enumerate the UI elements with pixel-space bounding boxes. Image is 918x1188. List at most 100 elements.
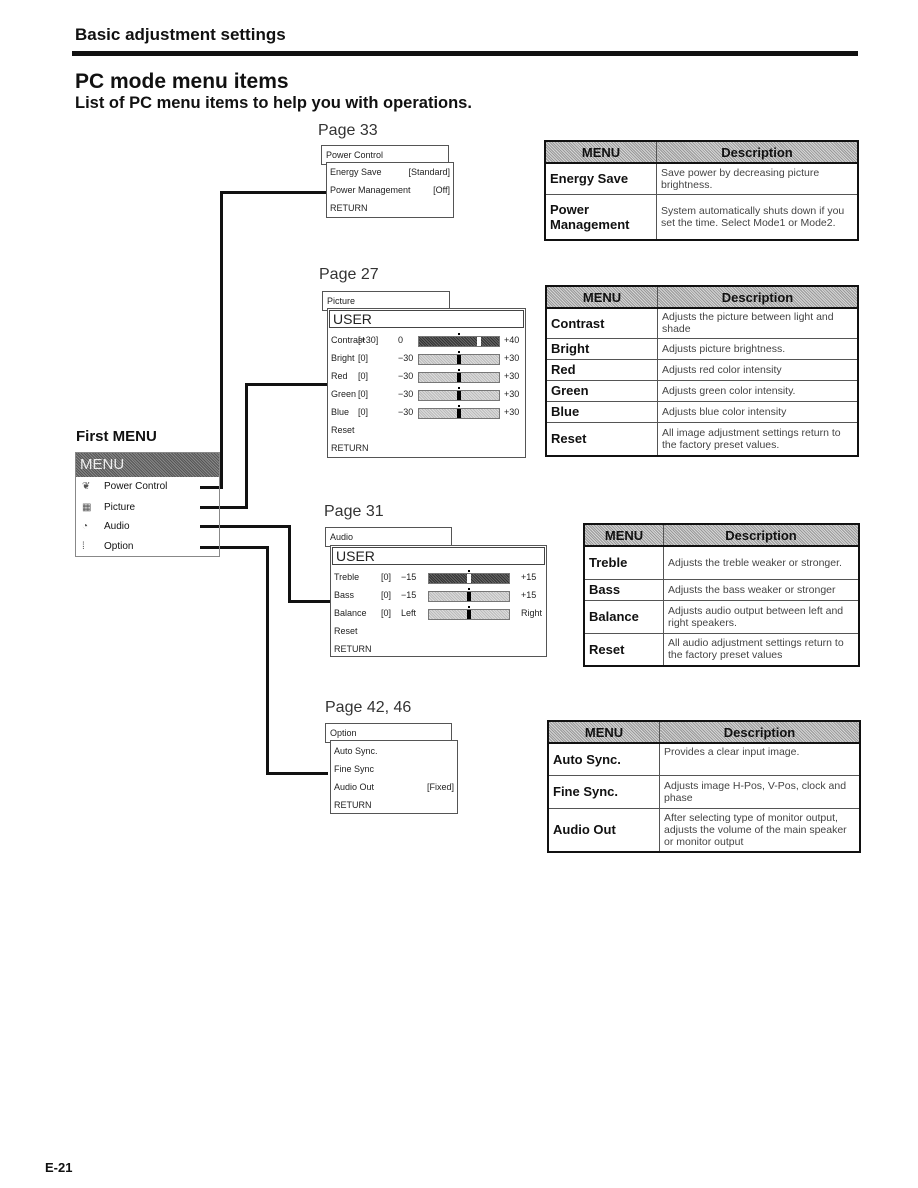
connector-line [220,191,223,489]
slider-bar[interactable] [418,351,500,365]
menu-item-power-control[interactable]: ❦ Power Control [76,481,219,497]
osd-picture: USER Contrast [+30] 0 +40 Bright [0] −30 +30 Red… [327,308,526,458]
osd-row-label[interactable]: RETURN [330,203,368,213]
slider-knob[interactable] [457,391,461,400]
slider-max: +30 [504,371,520,381]
page-ref-option: Page 42, 46 [325,699,412,716]
osd-mode: USER [332,547,545,565]
slider-value: [0] [358,389,369,399]
slider-max: +40 [504,335,520,345]
slider-center-tick [468,588,470,590]
slider-bar[interactable] [428,570,510,584]
picture-table: MENU Description Contrast Adjusts the pict… [545,285,859,457]
header-rule [72,51,858,56]
slider-min: −30 [398,389,414,399]
connector-line [245,383,248,509]
slider-knob[interactable] [457,373,461,382]
slider-min: −30 [398,371,414,381]
slider-knob[interactable] [467,610,471,619]
osd-row-label[interactable]: Auto Sync. [334,746,378,756]
osd-row-return[interactable]: RETURN [334,644,372,654]
osd-row-value: [Standard] [408,167,450,177]
audio-table: MENU Description Treble Adjusts the treble… [583,523,860,667]
option-icon: ⁞ [82,541,85,552]
slider-bar[interactable] [428,588,510,602]
slider-label[interactable]: Balance [334,608,367,618]
connector-line [245,383,328,386]
section-header: Basic adjustment settings [75,25,286,44]
slider-knob[interactable] [467,592,471,601]
slider-center-tick [458,351,460,353]
slider-label[interactable]: Red [331,371,348,381]
menu-item-audio[interactable]: ◔ Audio [76,521,219,537]
slider-min: Left [401,608,417,618]
slider-min: −15 [401,590,417,600]
osd-audio: USER Treble [0] −15 +15 Bass [0] −15 +15 Balance… [330,545,547,657]
slider-max: +15 [521,590,537,600]
first-menu: MENU ❦ Power Control ▦ Picture ◔ Audio ⁞… [75,452,220,557]
power-control-table: MENU Description Energy Save Save power by… [544,140,859,241]
slider-value: [0] [381,572,392,582]
picture-icon: ▦ [82,502,92,513]
slider-max: +30 [504,353,520,363]
slider-bar[interactable] [418,387,500,401]
power-control-icon: ❦ [82,481,91,492]
slider-max: +30 [504,407,520,417]
slider-value: [0] [358,353,369,363]
slider-knob[interactable] [457,355,461,364]
osd-row-label[interactable]: RETURN [334,800,372,810]
osd-mode: USER [329,310,524,328]
slider-label[interactable]: Bass [334,590,354,600]
slider-value: [0] [358,371,369,381]
connector-line [288,525,291,603]
osd-row-label[interactable]: Energy Save [330,167,382,177]
slider-bar[interactable] [418,369,500,383]
slider-center-tick [458,405,460,407]
page-number: E-21 [45,1160,73,1175]
menu-item-picture[interactable]: ▦ Picture [76,502,219,518]
slider-min: −30 [398,353,414,363]
page-ref-audio: Page 31 [324,503,384,520]
first-menu-label: First MENU [76,428,157,445]
osd-audio-title: Audio [325,527,452,547]
menu-item-option[interactable]: ⁞ Option [76,541,219,557]
slider-knob[interactable] [477,337,481,346]
slider-knob[interactable] [467,574,471,583]
slider-label[interactable]: Green [331,389,356,399]
slider-center-tick [458,369,460,371]
osd-row-label[interactable]: Audio Out [334,782,374,792]
connector-line [266,772,328,775]
slider-max: Right [521,608,543,618]
page-ref-picture: Page 27 [319,266,379,283]
slider-value: [+30] [358,335,379,345]
slider-center-tick [468,570,470,572]
option-table: MENU Description Auto Sync. Provides a cle… [547,720,861,853]
slider-center-tick [458,333,460,335]
connector-line [288,600,330,603]
slider-value: [0] [381,590,392,600]
page-title: PC mode menu items [75,70,289,93]
slider-min: −30 [398,407,414,417]
connector-line [266,546,269,775]
connector-line [220,191,328,194]
osd-row-return[interactable]: RETURN [331,443,369,453]
osd-row-reset[interactable]: Reset [334,626,358,636]
slider-center-tick [458,387,460,389]
slider-bar[interactable] [428,606,510,620]
osd-row-reset[interactable]: Reset [331,425,355,435]
page-subtitle: List of PC menu items to help you with o… [75,94,472,112]
slider-value: [0] [381,608,392,618]
slider-label[interactable]: Treble [334,572,359,582]
slider-knob[interactable] [457,409,461,418]
slider-min: −15 [401,572,417,582]
osd-row-label[interactable]: Power Management [330,185,411,195]
osd-row-label[interactable]: Fine Sync [334,764,374,774]
slider-label[interactable]: Bright [331,353,355,363]
audio-icon: ◔ [82,521,89,532]
slider-bar[interactable] [418,405,500,419]
slider-label[interactable]: Blue [331,407,349,417]
slider-min: 0 [398,335,404,345]
page-ref-power-control: Page 33 [318,122,378,139]
osd-power-control: Energy Save [Standard] Power Management … [326,162,454,218]
slider-bar[interactable] [418,333,500,347]
